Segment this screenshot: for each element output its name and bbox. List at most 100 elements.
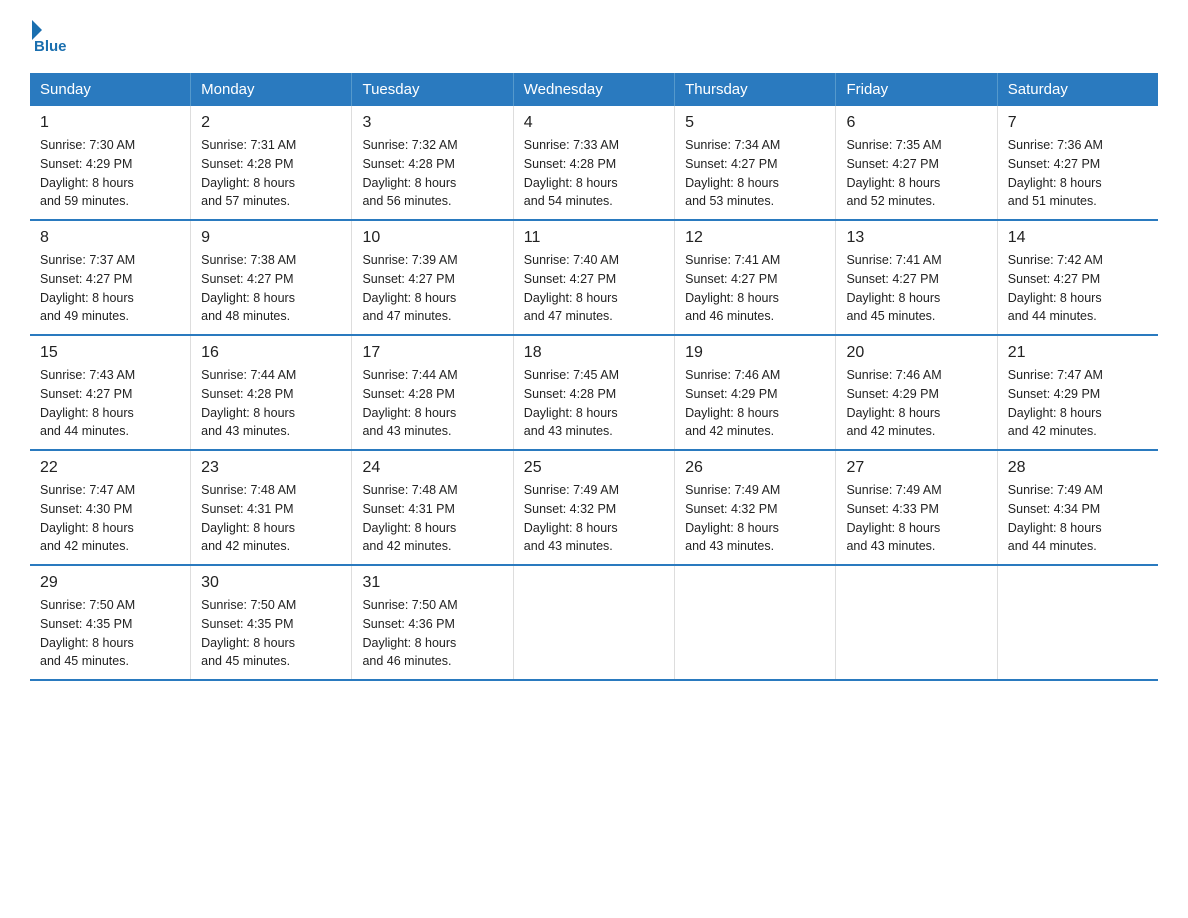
day-info: Sunrise: 7:49 AM Sunset: 4:32 PM Dayligh… (524, 481, 664, 556)
calendar-cell: 24 Sunrise: 7:48 AM Sunset: 4:31 PM Dayl… (352, 450, 513, 565)
day-number: 22 (40, 459, 180, 477)
calendar-cell: 15 Sunrise: 7:43 AM Sunset: 4:27 PM Dayl… (30, 335, 191, 450)
day-info: Sunrise: 7:46 AM Sunset: 4:29 PM Dayligh… (685, 366, 825, 441)
day-info: Sunrise: 7:39 AM Sunset: 4:27 PM Dayligh… (362, 251, 502, 326)
day-info: Sunrise: 7:48 AM Sunset: 4:31 PM Dayligh… (362, 481, 502, 556)
col-header-wednesday: Wednesday (513, 73, 674, 106)
day-info: Sunrise: 7:42 AM Sunset: 4:27 PM Dayligh… (1008, 251, 1148, 326)
day-number: 1 (40, 114, 180, 132)
day-number: 23 (201, 459, 341, 477)
day-info: Sunrise: 7:43 AM Sunset: 4:27 PM Dayligh… (40, 366, 180, 441)
calendar-cell: 18 Sunrise: 7:45 AM Sunset: 4:28 PM Dayl… (513, 335, 674, 450)
calendar-cell: 17 Sunrise: 7:44 AM Sunset: 4:28 PM Dayl… (352, 335, 513, 450)
logo-triangle-icon (32, 20, 42, 40)
logo: Blue (30, 20, 67, 55)
day-info: Sunrise: 7:50 AM Sunset: 4:36 PM Dayligh… (362, 596, 502, 671)
calendar-cell: 9 Sunrise: 7:38 AM Sunset: 4:27 PM Dayli… (191, 220, 352, 335)
calendar-cell (836, 565, 997, 680)
calendar-cell (513, 565, 674, 680)
calendar-cell: 27 Sunrise: 7:49 AM Sunset: 4:33 PM Dayl… (836, 450, 997, 565)
calendar-cell: 20 Sunrise: 7:46 AM Sunset: 4:29 PM Dayl… (836, 335, 997, 450)
day-number: 17 (362, 344, 502, 362)
day-info: Sunrise: 7:45 AM Sunset: 4:28 PM Dayligh… (524, 366, 664, 441)
day-number: 15 (40, 344, 180, 362)
day-info: Sunrise: 7:47 AM Sunset: 4:30 PM Dayligh… (40, 481, 180, 556)
day-info: Sunrise: 7:49 AM Sunset: 4:33 PM Dayligh… (846, 481, 986, 556)
calendar-cell: 21 Sunrise: 7:47 AM Sunset: 4:29 PM Dayl… (997, 335, 1158, 450)
day-info: Sunrise: 7:38 AM Sunset: 4:27 PM Dayligh… (201, 251, 341, 326)
day-number: 31 (362, 574, 502, 592)
day-info: Sunrise: 7:30 AM Sunset: 4:29 PM Dayligh… (40, 136, 180, 211)
day-info: Sunrise: 7:41 AM Sunset: 4:27 PM Dayligh… (846, 251, 986, 326)
calendar-header-row: SundayMondayTuesdayWednesdayThursdayFrid… (30, 73, 1158, 106)
col-header-friday: Friday (836, 73, 997, 106)
calendar-cell: 4 Sunrise: 7:33 AM Sunset: 4:28 PM Dayli… (513, 106, 674, 220)
week-row-3: 15 Sunrise: 7:43 AM Sunset: 4:27 PM Dayl… (30, 335, 1158, 450)
day-number: 9 (201, 229, 341, 247)
day-number: 14 (1008, 229, 1148, 247)
calendar-cell: 6 Sunrise: 7:35 AM Sunset: 4:27 PM Dayli… (836, 106, 997, 220)
day-number: 3 (362, 114, 502, 132)
calendar-cell: 30 Sunrise: 7:50 AM Sunset: 4:35 PM Dayl… (191, 565, 352, 680)
col-header-monday: Monday (191, 73, 352, 106)
calendar-table: SundayMondayTuesdayWednesdayThursdayFrid… (30, 73, 1158, 681)
calendar-cell: 5 Sunrise: 7:34 AM Sunset: 4:27 PM Dayli… (675, 106, 836, 220)
calendar-cell (997, 565, 1158, 680)
day-info: Sunrise: 7:50 AM Sunset: 4:35 PM Dayligh… (40, 596, 180, 671)
day-number: 27 (846, 459, 986, 477)
day-info: Sunrise: 7:33 AM Sunset: 4:28 PM Dayligh… (524, 136, 664, 211)
calendar-cell: 12 Sunrise: 7:41 AM Sunset: 4:27 PM Dayl… (675, 220, 836, 335)
day-number: 6 (846, 114, 986, 132)
calendar-cell: 25 Sunrise: 7:49 AM Sunset: 4:32 PM Dayl… (513, 450, 674, 565)
day-number: 8 (40, 229, 180, 247)
week-row-2: 8 Sunrise: 7:37 AM Sunset: 4:27 PM Dayli… (30, 220, 1158, 335)
day-number: 7 (1008, 114, 1148, 132)
day-info: Sunrise: 7:41 AM Sunset: 4:27 PM Dayligh… (685, 251, 825, 326)
day-info: Sunrise: 7:31 AM Sunset: 4:28 PM Dayligh… (201, 136, 341, 211)
day-number: 29 (40, 574, 180, 592)
week-row-1: 1 Sunrise: 7:30 AM Sunset: 4:29 PM Dayli… (30, 106, 1158, 220)
page-header: Blue (30, 20, 1158, 55)
day-info: Sunrise: 7:50 AM Sunset: 4:35 PM Dayligh… (201, 596, 341, 671)
day-number: 26 (685, 459, 825, 477)
col-header-saturday: Saturday (997, 73, 1158, 106)
day-info: Sunrise: 7:35 AM Sunset: 4:27 PM Dayligh… (846, 136, 986, 211)
day-info: Sunrise: 7:32 AM Sunset: 4:28 PM Dayligh… (362, 136, 502, 211)
calendar-cell: 8 Sunrise: 7:37 AM Sunset: 4:27 PM Dayli… (30, 220, 191, 335)
calendar-cell: 22 Sunrise: 7:47 AM Sunset: 4:30 PM Dayl… (30, 450, 191, 565)
day-number: 24 (362, 459, 502, 477)
calendar-cell: 16 Sunrise: 7:44 AM Sunset: 4:28 PM Dayl… (191, 335, 352, 450)
calendar-cell: 10 Sunrise: 7:39 AM Sunset: 4:27 PM Dayl… (352, 220, 513, 335)
day-number: 28 (1008, 459, 1148, 477)
day-number: 30 (201, 574, 341, 592)
day-number: 21 (1008, 344, 1148, 362)
col-header-sunday: Sunday (30, 73, 191, 106)
week-row-4: 22 Sunrise: 7:47 AM Sunset: 4:30 PM Dayl… (30, 450, 1158, 565)
calendar-cell: 26 Sunrise: 7:49 AM Sunset: 4:32 PM Dayl… (675, 450, 836, 565)
day-number: 4 (524, 114, 664, 132)
calendar-cell: 14 Sunrise: 7:42 AM Sunset: 4:27 PM Dayl… (997, 220, 1158, 335)
logo-subtitle: Blue (34, 38, 67, 55)
day-info: Sunrise: 7:48 AM Sunset: 4:31 PM Dayligh… (201, 481, 341, 556)
day-info: Sunrise: 7:44 AM Sunset: 4:28 PM Dayligh… (201, 366, 341, 441)
calendar-cell: 13 Sunrise: 7:41 AM Sunset: 4:27 PM Dayl… (836, 220, 997, 335)
calendar-cell: 23 Sunrise: 7:48 AM Sunset: 4:31 PM Dayl… (191, 450, 352, 565)
calendar-cell: 19 Sunrise: 7:46 AM Sunset: 4:29 PM Dayl… (675, 335, 836, 450)
day-info: Sunrise: 7:36 AM Sunset: 4:27 PM Dayligh… (1008, 136, 1148, 211)
day-number: 25 (524, 459, 664, 477)
day-info: Sunrise: 7:49 AM Sunset: 4:32 PM Dayligh… (685, 481, 825, 556)
day-number: 13 (846, 229, 986, 247)
calendar-cell: 28 Sunrise: 7:49 AM Sunset: 4:34 PM Dayl… (997, 450, 1158, 565)
day-number: 12 (685, 229, 825, 247)
calendar-cell: 11 Sunrise: 7:40 AM Sunset: 4:27 PM Dayl… (513, 220, 674, 335)
calendar-cell: 29 Sunrise: 7:50 AM Sunset: 4:35 PM Dayl… (30, 565, 191, 680)
week-row-5: 29 Sunrise: 7:50 AM Sunset: 4:35 PM Dayl… (30, 565, 1158, 680)
day-info: Sunrise: 7:40 AM Sunset: 4:27 PM Dayligh… (524, 251, 664, 326)
calendar-cell: 2 Sunrise: 7:31 AM Sunset: 4:28 PM Dayli… (191, 106, 352, 220)
day-info: Sunrise: 7:37 AM Sunset: 4:27 PM Dayligh… (40, 251, 180, 326)
day-info: Sunrise: 7:46 AM Sunset: 4:29 PM Dayligh… (846, 366, 986, 441)
day-number: 2 (201, 114, 341, 132)
day-info: Sunrise: 7:47 AM Sunset: 4:29 PM Dayligh… (1008, 366, 1148, 441)
calendar-cell: 7 Sunrise: 7:36 AM Sunset: 4:27 PM Dayli… (997, 106, 1158, 220)
calendar-cell: 31 Sunrise: 7:50 AM Sunset: 4:36 PM Dayl… (352, 565, 513, 680)
